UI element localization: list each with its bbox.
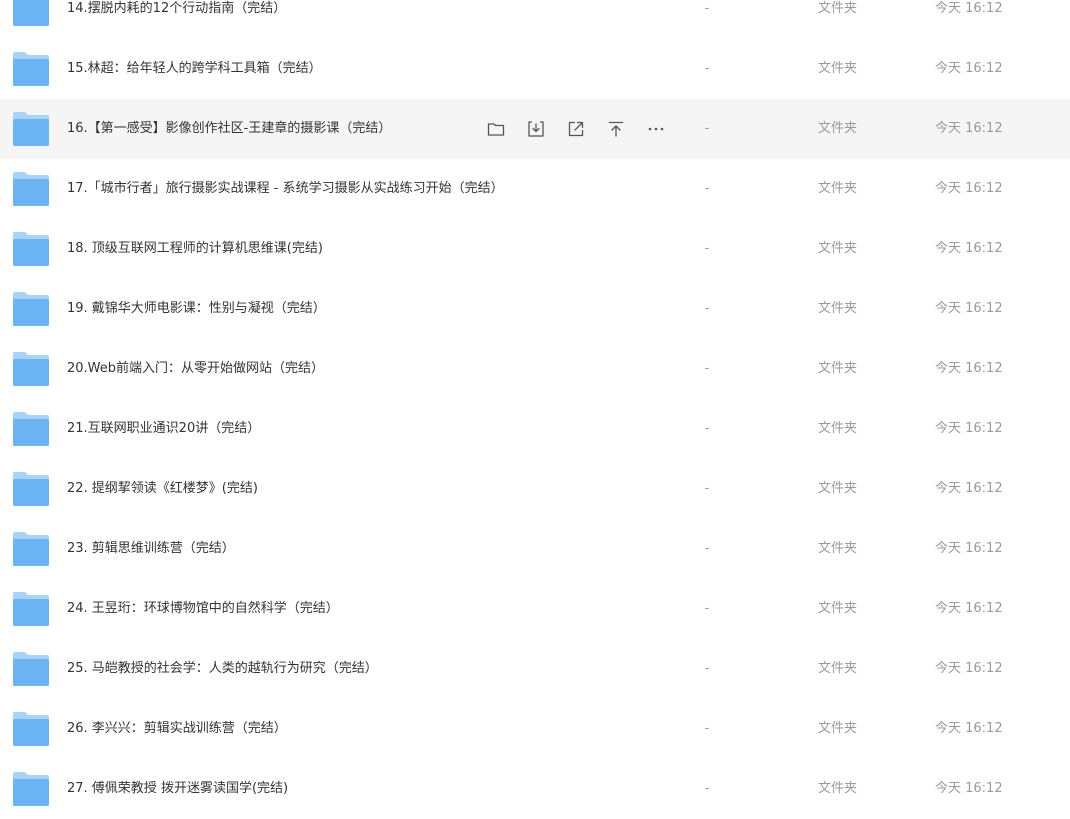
folder-icon: [12, 591, 50, 627]
file-row[interactable]: 22. 提纲挈领读《红楼梦》(完结) - 文件夹 今天 16:12: [0, 459, 1070, 519]
file-row[interactable]: 18. 顶级互联网工程师的计算机思维课(完结) - 文件夹 今天 16:12: [0, 219, 1070, 279]
file-type: 文件夹: [818, 661, 858, 676]
pin-to-top-icon[interactable]: [604, 117, 628, 141]
file-row[interactable]: 16.【第一感受】影像创作社区-王建章的摄影课（完结） - 文件夹 今天 16:12: [0, 99, 1070, 159]
file-name[interactable]: 27. 傅佩荣教授 拨开迷雾读国学(完结): [67, 759, 288, 819]
modified-time: 今天 16:12: [935, 61, 1003, 76]
file-row[interactable]: 17.「城市行者」旅行摄影实战课程 - 系统学习摄影从实战练习开始（完结） - 文件…: [0, 159, 1070, 219]
download-icon[interactable]: [524, 117, 548, 141]
file-name[interactable]: 25. 马皑教授的社会学：人类的越轨行为研究（完结）: [67, 639, 378, 699]
file-type: 文件夹: [818, 1, 858, 16]
file-name[interactable]: 26. 李兴兴：剪辑实战训练营（完结）: [67, 699, 287, 759]
file-type: 文件夹: [818, 121, 858, 136]
folder-icon: [12, 0, 50, 27]
file-name[interactable]: 23. 剪辑思维训练营（完结）: [67, 519, 235, 579]
modified-time: 今天 16:12: [935, 781, 1003, 796]
file-size: -: [704, 181, 710, 196]
file-size: -: [704, 541, 710, 556]
row-actions: [484, 117, 684, 141]
file-size: -: [704, 1, 710, 16]
file-list: 14.摆脱内耗的12个行动指南（完结） - 文件夹 今天 16:12 15.林超：给年轻…: [0, 0, 1070, 819]
modified-time: 今天 16:12: [935, 1, 1003, 16]
file-type: 文件夹: [818, 181, 858, 196]
file-name[interactable]: 15.林超：给年轻人的跨学科工具箱（完结）: [67, 39, 322, 99]
file-size: -: [704, 361, 710, 376]
file-size: -: [704, 661, 710, 676]
folder-icon: [12, 111, 50, 147]
file-size: -: [704, 241, 710, 256]
file-size: -: [704, 61, 710, 76]
file-size: -: [704, 481, 710, 496]
modified-time: 今天 16:12: [935, 361, 1003, 376]
folder-icon: [12, 651, 50, 687]
file-name[interactable]: 18. 顶级互联网工程师的计算机思维课(完结): [67, 219, 323, 279]
modified-time: 今天 16:12: [935, 241, 1003, 256]
file-row[interactable]: 24. 王昱珩：环球博物馆中的自然科学（完结） - 文件夹 今天 16:12: [0, 579, 1070, 639]
modified-time: 今天 16:12: [935, 301, 1003, 316]
folder-icon: [12, 771, 50, 807]
folder-icon: [12, 291, 50, 327]
file-type: 文件夹: [818, 301, 858, 316]
file-type: 文件夹: [818, 421, 858, 436]
file-name[interactable]: 14.摆脱内耗的12个行动指南（完结）: [67, 0, 286, 39]
file-type: 文件夹: [818, 241, 858, 256]
modified-time: 今天 16:12: [935, 601, 1003, 616]
modified-time: 今天 16:12: [935, 121, 1003, 136]
folder-icon: [12, 171, 50, 207]
file-row[interactable]: 27. 傅佩荣教授 拨开迷雾读国学(完结) - 文件夹 今天 16:12: [0, 759, 1070, 819]
file-size: -: [704, 301, 710, 316]
file-row[interactable]: 21.互联网职业通识20讲（完结） - 文件夹 今天 16:12: [0, 399, 1070, 459]
modified-time: 今天 16:12: [935, 421, 1003, 436]
file-type: 文件夹: [818, 61, 858, 76]
folder-icon: [12, 711, 50, 747]
file-size: -: [704, 421, 710, 436]
file-size: -: [704, 721, 710, 736]
modified-time: 今天 16:12: [935, 181, 1003, 196]
modified-time: 今天 16:12: [935, 661, 1003, 676]
file-name[interactable]: 22. 提纲挈领读《红楼梦》(完结): [67, 459, 258, 519]
file-type: 文件夹: [818, 481, 858, 496]
file-name[interactable]: 17.「城市行者」旅行摄影实战课程 - 系统学习摄影从实战练习开始（完结）: [67, 159, 504, 219]
file-row[interactable]: 15.林超：给年轻人的跨学科工具箱（完结） - 文件夹 今天 16:12: [0, 39, 1070, 99]
modified-time: 今天 16:12: [935, 721, 1003, 736]
modified-time: 今天 16:12: [935, 481, 1003, 496]
file-row[interactable]: 26. 李兴兴：剪辑实战训练营（完结） - 文件夹 今天 16:12: [0, 699, 1070, 759]
file-type: 文件夹: [818, 541, 858, 556]
file-type: 文件夹: [818, 721, 858, 736]
file-size: -: [704, 601, 710, 616]
file-name[interactable]: 16.【第一感受】影像创作社区-王建章的摄影课（完结）: [67, 99, 391, 159]
file-size: -: [704, 781, 710, 796]
folder-icon: [12, 51, 50, 87]
file-row[interactable]: 19. 戴锦华大师电影课：性别与凝视（完结） - 文件夹 今天 16:12: [0, 279, 1070, 339]
folder-icon: [12, 351, 50, 387]
file-name[interactable]: 21.互联网职业通识20讲（完结）: [67, 399, 260, 459]
file-type: 文件夹: [818, 601, 858, 616]
file-row[interactable]: 25. 马皑教授的社会学：人类的越轨行为研究（完结） - 文件夹 今天 16:12: [0, 639, 1070, 699]
move-to-folder-icon[interactable]: [484, 117, 508, 141]
file-type: 文件夹: [818, 781, 858, 796]
file-name[interactable]: 19. 戴锦华大师电影课：性别与凝视（完结）: [67, 279, 326, 339]
file-name[interactable]: 20.Web前端入门：从零开始做网站（完结）: [67, 339, 324, 399]
file-size: -: [704, 121, 710, 136]
folder-icon: [12, 531, 50, 567]
modified-time: 今天 16:12: [935, 541, 1003, 556]
folder-icon: [12, 411, 50, 447]
file-name[interactable]: 24. 王昱珩：环球博物馆中的自然科学（完结）: [67, 579, 339, 639]
folder-icon: [12, 231, 50, 267]
file-row[interactable]: 14.摆脱内耗的12个行动指南（完结） - 文件夹 今天 16:12: [0, 0, 1070, 39]
share-icon[interactable]: [564, 117, 588, 141]
file-type: 文件夹: [818, 361, 858, 376]
file-row[interactable]: 23. 剪辑思维训练营（完结） - 文件夹 今天 16:12: [0, 519, 1070, 579]
file-row[interactable]: 20.Web前端入门：从零开始做网站（完结） - 文件夹 今天 16:12: [0, 339, 1070, 399]
folder-icon: [12, 471, 50, 507]
more-options-icon[interactable]: [644, 117, 668, 141]
